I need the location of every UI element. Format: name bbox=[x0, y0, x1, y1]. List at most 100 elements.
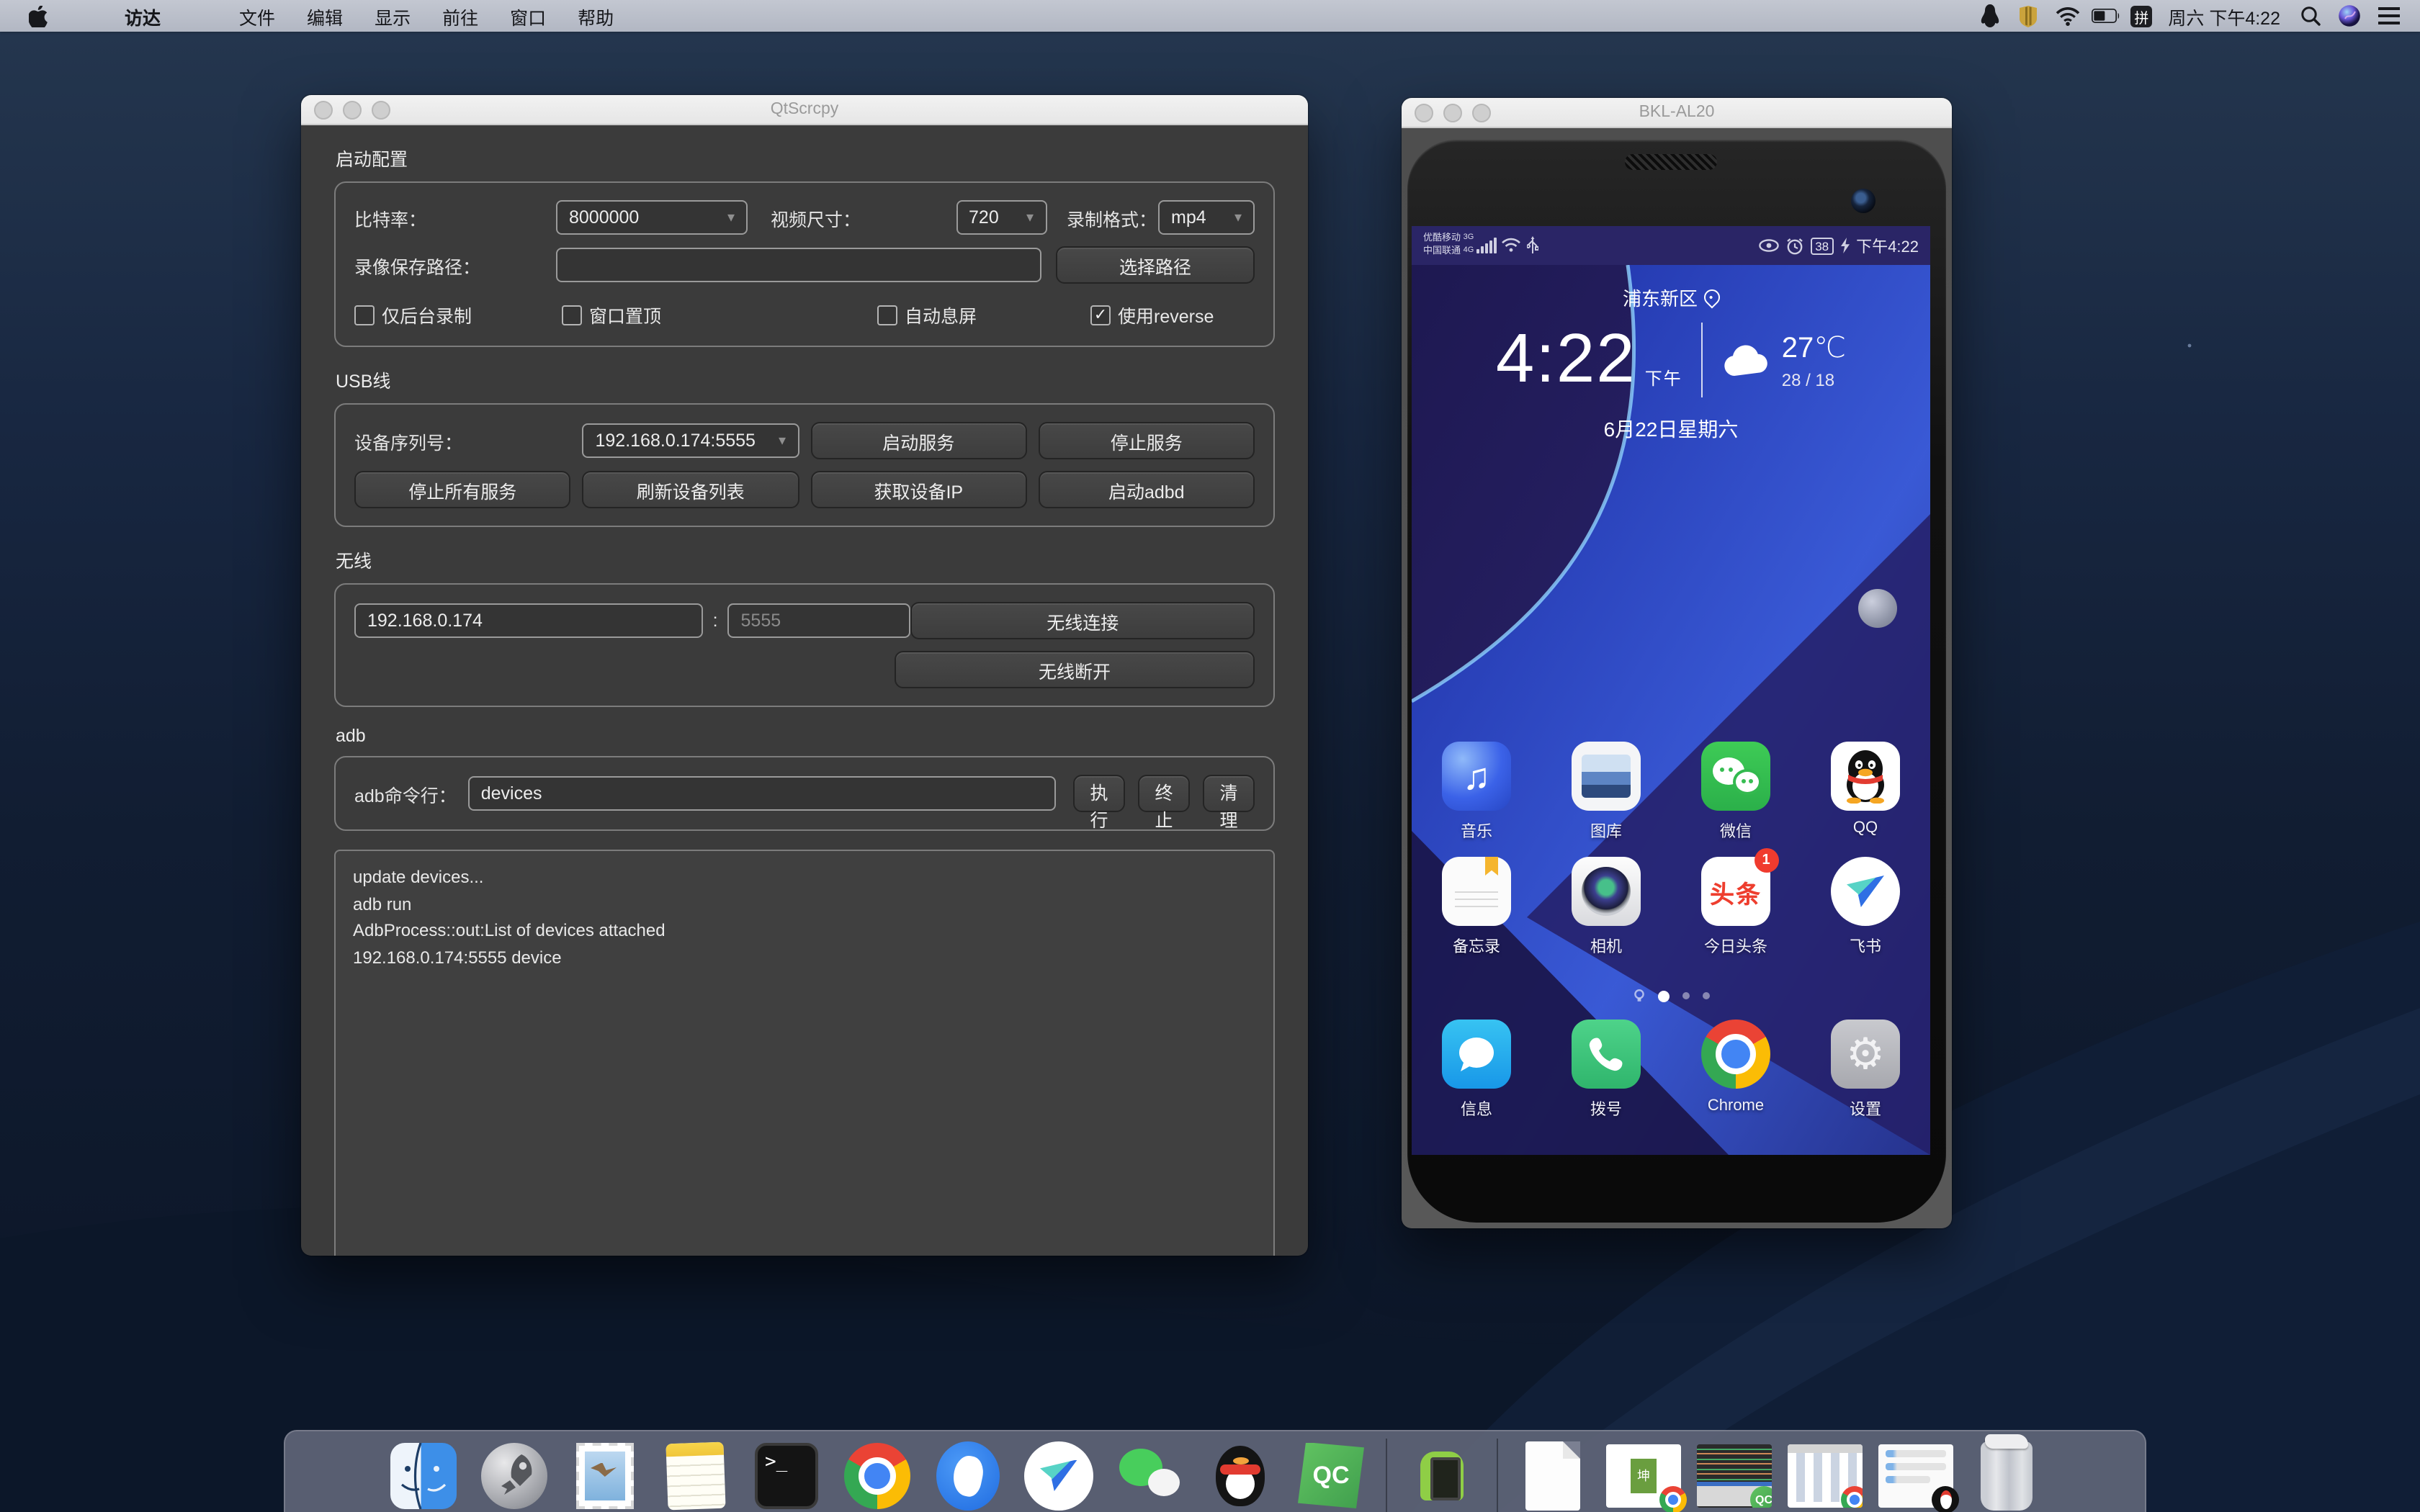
record-format-combobox[interactable]: mp4 ▾ bbox=[1158, 200, 1255, 235]
music-note-icon: ♫ bbox=[1463, 754, 1491, 798]
window-title: QtScrcpy bbox=[301, 101, 1308, 118]
chevron-down-icon: ▾ bbox=[770, 433, 786, 449]
wifi-icon[interactable] bbox=[2053, 3, 2081, 29]
menu-go[interactable]: 前往 bbox=[426, 2, 494, 30]
wireless-disconnect-button[interactable]: 无线断开 bbox=[895, 651, 1255, 688]
dock-mail[interactable] bbox=[569, 1439, 641, 1511]
app-music[interactable]: ♫ 音乐 bbox=[1412, 742, 1541, 842]
menu-file[interactable]: 文件 bbox=[223, 2, 291, 30]
app-grid-row2: 备忘录 相机 头条 1 今日头条 飞 bbox=[1412, 857, 1930, 958]
app-toutiao[interactable]: 头条 1 今日头条 bbox=[1671, 857, 1801, 958]
menu-help[interactable]: 帮助 bbox=[562, 2, 629, 30]
video-size-combobox[interactable]: 720 ▾ bbox=[956, 200, 1047, 235]
minimized-window-thumbnail bbox=[1788, 1444, 1863, 1507]
menubar-clock[interactable]: 周六 下午4:22 bbox=[2162, 2, 2286, 30]
dock-qtscrcpy[interactable]: QC bbox=[1295, 1439, 1367, 1511]
menu-window[interactable]: 窗口 bbox=[494, 2, 562, 30]
dock-finder[interactable] bbox=[387, 1439, 460, 1511]
bitrate-combobox[interactable]: 8000000 ▾ bbox=[556, 200, 748, 235]
apple-menu-icon[interactable] bbox=[0, 5, 62, 27]
dock-document[interactable] bbox=[1517, 1439, 1589, 1511]
app-camera[interactable]: 相机 bbox=[1541, 857, 1671, 958]
start-adbd-button[interactable]: 启动adbd bbox=[1039, 471, 1255, 508]
app-wechat[interactable]: 微信 bbox=[1671, 742, 1801, 842]
carrier1-label: 优酷移动 bbox=[1423, 234, 1461, 244]
notification-center-icon[interactable] bbox=[2374, 3, 2403, 29]
dock-notes[interactable] bbox=[660, 1439, 732, 1511]
siri-icon[interactable] bbox=[2335, 3, 2364, 29]
stop-service-button[interactable]: 停止服务 bbox=[1039, 422, 1255, 459]
qq-menubar-icon[interactable] bbox=[1975, 3, 2004, 29]
app-label: 今日头条 bbox=[1704, 935, 1767, 958]
dock-chrome[interactable] bbox=[841, 1439, 913, 1511]
dock-terminal[interactable]: >_ bbox=[750, 1439, 823, 1511]
app-messages[interactable]: 信息 bbox=[1412, 1020, 1541, 1120]
dock-trash[interactable] bbox=[1971, 1439, 2043, 1511]
checkbox-label: 窗口置顶 bbox=[589, 301, 661, 328]
checkbox-label: 仅后台录制 bbox=[382, 301, 472, 328]
dock-qq[interactable] bbox=[1204, 1439, 1276, 1511]
checkbox-always-on-top[interactable]: 窗口置顶 bbox=[562, 301, 877, 328]
checkbox-screen-off[interactable]: 自动息屏 bbox=[877, 301, 1090, 328]
qtscrcpy-titlebar[interactable]: QtScrcpy bbox=[301, 95, 1308, 125]
choose-path-button[interactable]: 选择路径 bbox=[1056, 246, 1255, 284]
dock-minimized-window-kun[interactable]: 坤 bbox=[1608, 1439, 1680, 1511]
menu-finder[interactable]: 访达 bbox=[62, 2, 223, 30]
app-notes[interactable]: 备忘录 bbox=[1412, 857, 1541, 958]
start-service-button[interactable]: 启动服务 bbox=[810, 422, 1027, 459]
adb-clear-button[interactable]: 清理 bbox=[1203, 775, 1255, 812]
app-settings[interactable]: ⚙ 设置 bbox=[1801, 1020, 1930, 1120]
qq-badge-icon bbox=[1932, 1485, 1959, 1512]
app-label: 微信 bbox=[1720, 819, 1752, 842]
record-format-label: 录制格式： bbox=[1067, 204, 1157, 231]
menu-edit[interactable]: 编辑 bbox=[291, 2, 359, 30]
adb-terminate-button[interactable]: 终止 bbox=[1138, 775, 1190, 812]
refresh-device-list-button[interactable]: 刷新设备列表 bbox=[583, 471, 799, 508]
phone-screen[interactable]: 优酷移动 3G 中国联通 4G 38 下午4:22 bbox=[1412, 226, 1930, 1155]
wireless-port-input[interactable] bbox=[728, 603, 911, 638]
record-path-input[interactable] bbox=[556, 248, 1041, 282]
dock-feishu[interactable] bbox=[1023, 1439, 1095, 1511]
assistive-ball[interactable] bbox=[1858, 589, 1897, 628]
chevron-down-icon: ▾ bbox=[1226, 210, 1242, 225]
mail-stamp-icon bbox=[576, 1442, 634, 1508]
phone-mirror-window: BKL-AL20 bbox=[1402, 98, 1952, 1228]
dock-launchpad[interactable] bbox=[478, 1439, 550, 1511]
dock-wechat[interactable] bbox=[1113, 1439, 1186, 1511]
menu-view[interactable]: 显示 bbox=[359, 2, 426, 30]
adb-log-output[interactable]: update devices... adb run AdbProcess::ou… bbox=[334, 850, 1275, 1256]
wireless-connect-button[interactable]: 无线连接 bbox=[911, 602, 1255, 639]
checkbox-background-record[interactable]: 仅后台录制 bbox=[354, 301, 562, 328]
qq-penguin-icon bbox=[1831, 742, 1900, 811]
chrome-icon bbox=[1701, 1020, 1770, 1089]
dock-minimized-window-code[interactable]: QC bbox=[1698, 1439, 1770, 1511]
wireless-ip-input[interactable] bbox=[354, 603, 703, 638]
clock-weather-widget[interactable]: 浦东新区 4:22 下午 27℃ 28 / 1 bbox=[1412, 284, 1930, 444]
app-qq[interactable]: QQ bbox=[1801, 742, 1930, 842]
dock-minimized-window-chat[interactable] bbox=[1880, 1439, 1952, 1511]
phone-window-titlebar[interactable]: BKL-AL20 bbox=[1402, 98, 1952, 128]
adb-execute-button[interactable]: 执行 bbox=[1073, 775, 1125, 812]
dock-netdisk[interactable] bbox=[932, 1439, 1004, 1511]
app-label: QQ bbox=[1853, 819, 1878, 837]
app-feishu[interactable]: 飞书 bbox=[1801, 857, 1930, 958]
input-method-icon[interactable]: 拼 bbox=[2130, 5, 2152, 27]
spotlight-search-icon[interactable] bbox=[2296, 3, 2325, 29]
video-size-value: 720 bbox=[969, 207, 999, 228]
antivirus-shield-icon[interactable] bbox=[2014, 3, 2043, 29]
checkbox-use-reverse[interactable]: ✓ 使用reverse bbox=[1090, 301, 1255, 328]
battery-icon[interactable] bbox=[2092, 3, 2120, 29]
get-device-ip-button[interactable]: 获取设备IP bbox=[810, 471, 1027, 508]
app-gallery[interactable]: 图库 bbox=[1541, 742, 1671, 842]
app-chrome[interactable]: Chrome bbox=[1671, 1020, 1801, 1120]
serial-combobox[interactable]: 192.168.0.174:5555 ▾ bbox=[583, 423, 799, 458]
phone-handset-icon bbox=[1572, 1020, 1641, 1089]
eye-protection-icon bbox=[1759, 239, 1779, 252]
dock-minimized-window-web[interactable] bbox=[1789, 1439, 1861, 1511]
dock-android-tool[interactable] bbox=[1406, 1439, 1478, 1511]
stop-all-services-button[interactable]: 停止所有服务 bbox=[354, 471, 571, 508]
charging-bolt-icon bbox=[1840, 238, 1849, 253]
app-label: 设置 bbox=[1850, 1097, 1881, 1120]
adb-cmd-input[interactable] bbox=[468, 776, 1056, 811]
app-dialer[interactable]: 拨号 bbox=[1541, 1020, 1671, 1120]
